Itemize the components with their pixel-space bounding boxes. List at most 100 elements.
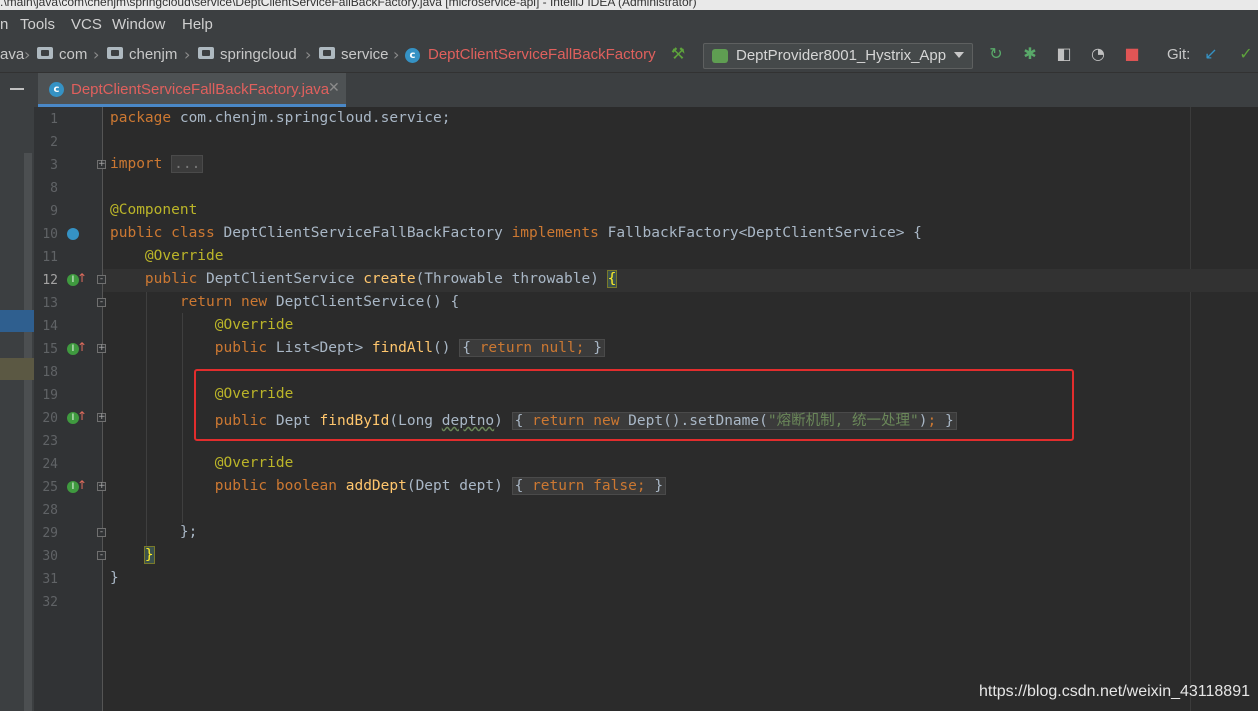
- window-title-bar: .\main\java\com\chenjm\springcloud\servi…: [0, 0, 1258, 10]
- line-number: 18: [42, 365, 58, 380]
- folded-imports[interactable]: ...: [171, 155, 204, 173]
- fold-collapse-icon[interactable]: -: [97, 551, 106, 560]
- code-line: 24 @Override: [0, 453, 1258, 476]
- folder-icon: [198, 47, 214, 59]
- line-number: 1: [50, 112, 58, 127]
- code-text: }: [110, 570, 119, 586]
- line-number: 25: [42, 480, 58, 495]
- navigation-bar: ava › com › chenjm › springcloud › servi…: [0, 40, 1258, 73]
- editor-tab-bar: c DeptClientServiceFallBackFactory.java …: [0, 73, 1258, 108]
- code-line: 3 + import ...: [0, 154, 1258, 177]
- code-text: public class DeptClientServiceFallBackFa…: [110, 225, 922, 241]
- code-line: 10 public class DeptClientServiceFallBac…: [0, 223, 1258, 246]
- code-line: 12 I ↑ - public DeptClientService create…: [0, 269, 1258, 292]
- code-line: 2: [0, 131, 1258, 154]
- folder-icon: [107, 47, 123, 59]
- line-number: 19: [42, 388, 58, 403]
- line-number: 2: [50, 135, 58, 150]
- line-number: 20: [42, 411, 58, 426]
- minimize-icon[interactable]: [10, 88, 24, 90]
- fold-expand-icon[interactable]: +: [97, 160, 106, 169]
- rerun-icon[interactable]: ↻: [986, 44, 1006, 64]
- line-number: 29: [42, 526, 58, 541]
- breadcrumb-java[interactable]: ava: [0, 46, 24, 63]
- breadcrumb-com[interactable]: com: [59, 46, 87, 63]
- menu-window[interactable]: Window: [112, 16, 165, 33]
- coverage-icon[interactable]: ◧: [1054, 44, 1074, 64]
- fold-expand-icon[interactable]: +: [97, 344, 106, 353]
- code-text: return new DeptClientService() {: [179, 294, 460, 310]
- breadcrumb-class[interactable]: DeptClientServiceFallBackFactory: [428, 46, 656, 63]
- menu-run[interactable]: n: [0, 16, 8, 33]
- line-number: 9: [50, 204, 58, 219]
- git-update-icon[interactable]: ↙: [1201, 44, 1221, 64]
- fold-collapse-icon[interactable]: -: [97, 275, 106, 284]
- code-text: package com.chenjm.springcloud.service;: [110, 110, 451, 126]
- menu-tools[interactable]: Tools: [20, 16, 55, 33]
- line-number: 13: [42, 296, 58, 311]
- fold-expand-icon[interactable]: +: [97, 413, 106, 422]
- chevron-right-icon: ›: [305, 45, 312, 64]
- code-line: 25 I ↑ + public boolean addDept(Dept dep…: [0, 476, 1258, 499]
- class-icon: c: [49, 82, 64, 97]
- build-hammer-icon[interactable]: ⚒: [668, 44, 688, 64]
- close-icon[interactable]: ✕: [328, 80, 340, 96]
- up-arrow-icon: ↑: [77, 271, 88, 285]
- class-icon: c: [405, 48, 420, 63]
- up-arrow-icon: ↑: [77, 409, 88, 423]
- menu-vcs[interactable]: VCS: [71, 16, 102, 33]
- code-text: @Component: [110, 202, 198, 218]
- line-number: 23: [42, 434, 58, 449]
- code-text: public DeptClientService create(Throwabl…: [144, 270, 618, 288]
- fold-collapse-icon[interactable]: -: [97, 528, 106, 537]
- line-number: 15: [42, 342, 58, 357]
- line-number: 12: [42, 273, 58, 288]
- code-line: 30 - }: [0, 545, 1258, 568]
- chevron-down-icon: [954, 52, 964, 58]
- fold-collapse-icon[interactable]: -: [97, 298, 106, 307]
- line-number: 31: [42, 572, 58, 587]
- spring-boot-icon: [712, 49, 728, 63]
- line-number: 14: [42, 319, 58, 334]
- git-label: Git:: [1167, 46, 1191, 63]
- highlight-annotation-box: [194, 369, 1074, 441]
- code-line: 28: [0, 499, 1258, 522]
- code-text: }: [143, 546, 155, 564]
- profiler-icon[interactable]: ◔: [1088, 44, 1108, 64]
- debug-icon[interactable]: ✱: [1020, 44, 1040, 64]
- code-line: 8: [0, 177, 1258, 200]
- line-number: 32: [42, 595, 58, 610]
- line-number: 30: [42, 549, 58, 564]
- code-line: 32: [0, 591, 1258, 614]
- line-number: 11: [42, 250, 58, 265]
- line-number: 10: [42, 227, 58, 242]
- folder-icon: [37, 47, 53, 59]
- fold-expand-icon[interactable]: +: [97, 482, 106, 491]
- line-number: 24: [42, 457, 58, 472]
- line-number: 3: [50, 158, 58, 173]
- code-text: @Override: [144, 248, 224, 264]
- stop-icon[interactable]: ■: [1122, 44, 1142, 64]
- code-line: 14 @Override: [0, 315, 1258, 338]
- breadcrumb-chenjm[interactable]: chenjm: [129, 46, 177, 63]
- window-title: .\main\java\com\chenjm\springcloud\servi…: [0, 0, 697, 9]
- up-arrow-icon: ↑: [77, 478, 88, 492]
- code-text: @Override: [214, 455, 294, 471]
- folder-icon: [319, 47, 335, 59]
- code-line: 15 I ↑ + public List<Dept> findAll() { r…: [0, 338, 1258, 361]
- breadcrumb-springcloud[interactable]: springcloud: [220, 46, 297, 63]
- git-commit-icon[interactable]: ✓: [1236, 44, 1256, 64]
- chevron-right-icon: ›: [393, 45, 400, 64]
- code-line: 13 - return new DeptClientService() {: [0, 292, 1258, 315]
- code-line: 1 package com.chenjm.springcloud.service…: [0, 108, 1258, 131]
- code-text: public List<Dept> findAll() { return nul…: [110, 339, 605, 357]
- code-line: 9 @Component: [0, 200, 1258, 223]
- breadcrumb-service[interactable]: service: [341, 46, 389, 63]
- chevron-right-icon: ›: [24, 45, 31, 64]
- chevron-right-icon: ›: [93, 45, 100, 64]
- spring-bean-icon[interactable]: [67, 228, 79, 240]
- menu-help[interactable]: Help: [182, 16, 213, 33]
- tab-deptclientservicefallbackfactory[interactable]: c DeptClientServiceFallBackFactory.java …: [38, 73, 346, 107]
- run-configuration-select[interactable]: DeptProvider8001_Hystrix_App: [703, 43, 973, 69]
- menu-bar: n Tools VCS Window Help: [0, 10, 1258, 40]
